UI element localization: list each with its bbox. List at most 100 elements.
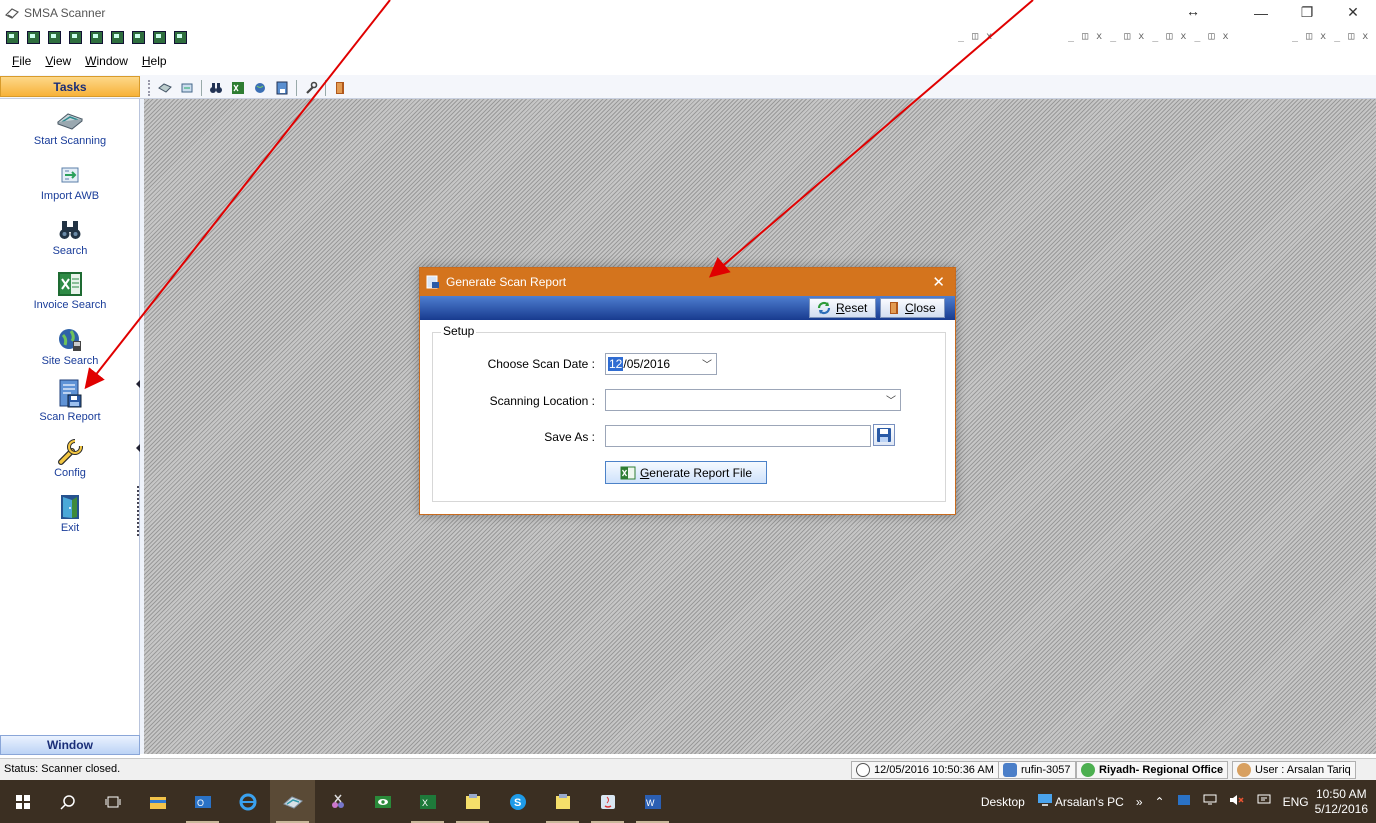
setup-group: Setup Choose Scan Date : 12/05/2016 ﹀ Sc… [432,324,946,502]
task-site-search[interactable]: Site Search [0,327,140,367]
generate-report-label: Generate Report File [639,465,753,480]
task-label: Start Scanning [33,135,107,147]
reset-button[interactable]: Reset [809,298,877,318]
excel-icon [56,271,84,297]
task-config[interactable]: Config [0,439,140,479]
task-view-icon[interactable] [90,780,135,823]
dialog-title: Generate Scan Report [446,275,567,289]
import-icon[interactable] [179,80,195,96]
mdi-window-controls[interactable]: _ ◫ x _ ◫ x [1292,31,1369,42]
file-explorer-icon[interactable] [135,780,180,823]
floppy-disk-icon [877,428,891,442]
scan-date-label: Choose Scan Date : [487,357,595,371]
desktop-toolbar-label[interactable]: Desktop [981,795,1025,809]
collapse-arrow-icon[interactable] [136,380,140,388]
menu-file[interactable]: File [12,54,31,68]
dialog-title-bar[interactable]: Generate Scan Report ✕ [420,268,955,296]
task-exit[interactable]: Exit [0,494,140,534]
refresh-icon [817,301,831,315]
task-import-awb[interactable]: Import AWB [0,162,140,202]
smsa-scanner-taskbar-icon[interactable] [270,780,315,823]
user-icon [1237,763,1251,777]
scan-date-picker[interactable]: 12/05/2016 ﹀ [605,353,717,375]
scanner-app-icon [4,5,20,21]
mdi-window-icon[interactable] [132,31,145,44]
start-button[interactable] [0,780,45,823]
globe-icon [56,327,84,353]
window-panel-header[interactable]: Window [0,735,140,755]
system-tray: Desktop Arsalan's PC » ⌃ ENG 10:50 AM 5/… [975,780,1376,823]
menu-window[interactable]: Window [85,54,128,68]
save-file-button[interactable] [873,424,895,446]
search-icon[interactable] [45,780,90,823]
toolbar-grip[interactable] [148,80,151,96]
clock-date: 5/12/2016 [1314,801,1368,816]
mdi-window-icon[interactable] [6,31,19,44]
binoculars-icon[interactable] [208,80,224,96]
mdi-window-icon[interactable] [111,31,124,44]
menu-view[interactable]: View [45,54,71,68]
collapse-arrow-icon[interactable] [136,444,140,452]
dialog-toolbar: Reset Close [420,296,955,320]
clock-time: 10:50 AM [1315,786,1367,801]
mdi-window-controls[interactable]: _ ◫ x _ ◫ x _ ◫ x _ ◫ x [1068,31,1229,42]
main-toolbar [148,78,348,98]
mdi-window-icon[interactable] [69,31,82,44]
tasks-header[interactable]: Tasks [0,76,140,97]
task-invoice-search[interactable]: Invoice Search [0,271,140,311]
maximize-button[interactable]: ❐ [1284,0,1330,25]
menu-help[interactable]: Help [142,54,167,68]
skype-icon[interactable]: S [495,780,540,823]
sticky-notes-icon[interactable] [450,780,495,823]
generate-report-button[interactable]: Generate Report File [605,461,767,484]
report-icon [56,379,84,408]
scanner-icon[interactable] [157,80,173,96]
chevron-down-icon[interactable]: ﹀ [702,356,712,371]
internet-explorer-icon[interactable] [225,780,270,823]
toolbar-separator [201,80,202,96]
report-icon[interactable] [274,80,290,96]
scan-date-day: 12 [608,357,624,371]
report-icon [426,275,440,289]
wrench-icon[interactable] [303,80,319,96]
save-as-input[interactable] [605,425,871,447]
outlook-icon[interactable]: O [180,780,225,823]
chevron-down-icon[interactable]: ﹀ [886,392,896,407]
pc-toolbar-label[interactable]: Arsalan's PC [1055,795,1124,809]
show-hidden-icons-icon[interactable]: ⌃ [1155,795,1165,809]
task-scan-report[interactable]: Scan Report [0,379,140,423]
action-center-icon[interactable] [1257,794,1271,809]
status-text: Status: Scanner closed. [4,763,121,775]
eye-app-icon[interactable] [360,780,405,823]
volume-muted-icon[interactable] [1229,794,1245,809]
toolbar-overflow-icon[interactable]: » [1136,795,1143,809]
mdi-window-icon[interactable] [174,31,187,44]
window-title: SMSA Scanner [24,5,106,20]
mdi-window-icon[interactable] [27,31,40,44]
globe-icon[interactable] [252,80,268,96]
word-icon[interactable]: W [630,780,675,823]
network-icon[interactable] [1203,794,1217,809]
dialog-close-icon[interactable]: ✕ [932,273,945,291]
mdi-window-icon[interactable] [90,31,103,44]
language-indicator[interactable]: ENG [1283,795,1309,809]
excel-icon[interactable] [230,80,246,96]
scanning-location-select[interactable]: ﹀ [605,389,901,411]
minimize-button[interactable]: — [1238,0,1284,25]
mdi-window-controls[interactable]: _ ◫ x [958,31,993,42]
excel-taskbar-icon[interactable]: X [405,780,450,823]
task-label: Exit [60,522,80,534]
dialog-close-button[interactable]: Close [880,298,945,318]
close-button[interactable]: ✕ [1330,0,1376,25]
task-search[interactable]: Search [0,217,140,257]
task-start-scanning[interactable]: Start Scanning [0,107,140,147]
taskbar-clock[interactable]: 10:50 AM 5/12/2016 [1315,787,1368,817]
mdi-window-icon[interactable] [48,31,61,44]
sticky-notes-icon[interactable] [540,780,585,823]
exit-door-icon[interactable] [332,80,348,96]
java-app-icon[interactable] [585,780,630,823]
outlook-tray-icon[interactable] [1177,794,1191,809]
snipping-tool-icon[interactable] [315,780,360,823]
mdi-window-icon[interactable] [153,31,166,44]
svg-text:X: X [422,798,428,808]
